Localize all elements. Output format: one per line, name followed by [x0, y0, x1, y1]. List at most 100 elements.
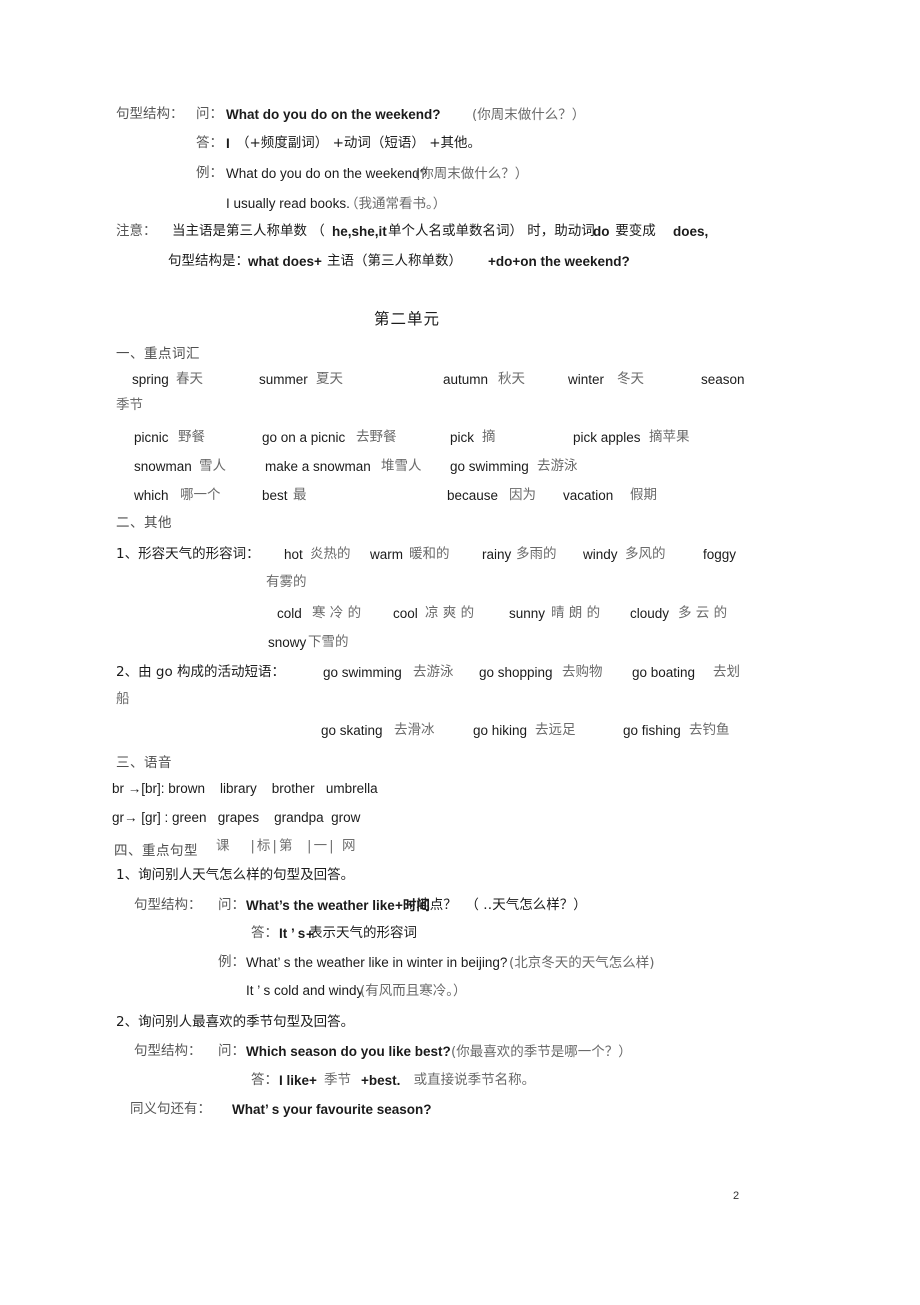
pattern-weather-question-label: 问： — [218, 897, 245, 913]
weather-en-windy: windy — [583, 547, 618, 562]
question-label-1: 问： — [196, 106, 223, 122]
note-text-part2: 单个人名或单数名词） 时，助动词 — [388, 223, 600, 239]
vocab-en-season: season — [701, 372, 745, 387]
weather-cn-windy: 多风的 — [625, 546, 666, 562]
vocab-en-pick-apples: pick apples — [573, 430, 641, 445]
go-cn-fishing: 去钓鱼 — [689, 722, 730, 738]
watermark-text: 课 |标|第 |一| 网 — [216, 838, 358, 854]
example-label-1: 例： — [196, 165, 223, 181]
weather-cn-sunny: 晴 朗 的 — [551, 605, 601, 621]
weather-cn-rainy: 多雨的 — [516, 546, 557, 562]
pattern-season-question-label: 问： — [218, 1043, 245, 1059]
note-label: 注意： — [116, 223, 157, 239]
weather-en-cool: cool — [393, 606, 418, 621]
pattern-weather-example-cn: (北京冬天的天气怎么样) — [509, 955, 655, 971]
vocab-en-because: because — [447, 488, 499, 503]
weather-cn-warm: 暖和的 — [409, 546, 450, 562]
vocab-cn-snowman: 雪人 — [199, 458, 226, 474]
note-text-part3: 要变成 — [611, 223, 661, 239]
note-structure-b: 主语（第三人称单数） — [327, 253, 462, 269]
weather-cn-cool: 凉 爽 的 — [425, 605, 475, 621]
weather-en-foggy: foggy — [703, 547, 737, 562]
go-cn-boating-wrap: 船 — [116, 691, 130, 707]
pattern-season-answer-label: 答： — [251, 1072, 278, 1088]
vocab-en-pick: pick — [450, 430, 475, 445]
weather-en-sunny: sunny — [509, 606, 546, 621]
vocab-cn-spring: 春天 — [176, 371, 203, 387]
pattern-weather-answer-en: It ’ s — [279, 926, 306, 941]
weather-cn-hot: 炎热的 — [310, 546, 351, 562]
vocab-en-picnic: picnic — [134, 430, 169, 445]
go-cn-skating: 去滑冰 — [394, 722, 435, 738]
note-do: do — [593, 224, 610, 239]
section-heading-patterns: 四、重点句型 — [114, 843, 198, 859]
note-pronouns: he,she,it — [332, 224, 387, 239]
weather-cn-cloudy: 多 云 的 — [678, 605, 728, 621]
weather-en-snowy: snowy — [268, 635, 307, 650]
vocab-en-best: best — [262, 488, 288, 503]
answer-formula-1: （+频度副词） +动词（短语） +其他。 — [236, 135, 482, 151]
pattern-weather-example-answer-cn: (有风而且寒冷。） — [360, 983, 467, 999]
answer-subject-1: I — [226, 136, 230, 151]
vocab-en-make-a-snowman: make a snowman — [265, 459, 371, 474]
vocab-cn-season: 季节 — [116, 397, 143, 413]
sentence-structure-label-1: 句型结构： — [116, 106, 184, 122]
go-cn-boating: 去划 — [713, 664, 740, 680]
go-cn-hiking: 去远足 — [535, 722, 576, 738]
pattern-season-question-en: Which season do you like best? — [246, 1044, 451, 1059]
vocab-en-go-on-a-picnic: go on a picnic — [262, 430, 346, 445]
note-structure-c: +do+on the weekend? — [488, 254, 630, 269]
pattern-season-question-cn: (你最喜欢的季节是哪一个？） — [451, 1044, 632, 1060]
pattern-weather-structure-label: 句型结构： — [134, 897, 202, 913]
weather-en-rainy: rainy — [482, 547, 512, 562]
pattern-season-synonym-label: 同义句还有： — [130, 1101, 211, 1117]
vocab-cn-picnic: 野餐 — [178, 429, 205, 445]
pattern-weather-example-label: 例： — [218, 954, 245, 970]
vocab-cn-pick-apples: 摘苹果 — [649, 429, 690, 445]
vocab-en-spring: spring — [132, 372, 169, 387]
pattern-season-synonym-en: What’ s your favourite season? — [232, 1102, 432, 1117]
vocab-cn-because: 因为 — [509, 487, 536, 503]
pattern-weather-question-cn: +地点？ （ ‥天气怎么样？） — [405, 897, 587, 913]
vocab-cn-make-a-snowman: 堆雪人 — [381, 458, 422, 474]
note-does: does, — [673, 224, 709, 239]
vocab-cn-summer: 夏天 — [316, 371, 343, 387]
vocab-cn-go-swimming: 去游泳 — [537, 458, 578, 474]
note-structure-a: what does+ — [248, 254, 322, 269]
weather-cn-foggy: 有雾的 — [266, 574, 307, 590]
section-heading-other: 二、其他 — [116, 515, 172, 531]
pattern-weather-answer-cn: 表示天气的形容词 — [309, 925, 417, 941]
phonics-line-br: br →[br]: brown library brother umbrella — [112, 781, 378, 796]
unit-title: 第二单元 — [374, 310, 441, 328]
go-en-shopping: go shopping — [479, 665, 553, 680]
section-heading-vocabulary: 一、重点词汇 — [116, 346, 200, 362]
go-en-skating: go skating — [321, 723, 383, 738]
vocab-en-snowman: snowman — [134, 459, 192, 474]
page-number: 2 — [733, 1190, 740, 1202]
pattern-1-chinese: (你周末做什么？） — [472, 107, 586, 123]
weather-cn-snowy: 下雪的 — [308, 634, 349, 650]
vocab-en-winter: winter — [568, 372, 605, 387]
document-page: 句型结构： 问： What do you do on the weekend? … — [0, 0, 920, 1305]
pattern-weather-example-en: What’ s the weather like in winter in be… — [246, 955, 508, 970]
weather-en-hot: hot — [284, 547, 303, 562]
vocab-cn-which: 哪一个 — [180, 487, 221, 503]
example-1-answer-chinese: （我通常看书。） — [345, 196, 447, 212]
go-en-hiking: go hiking — [473, 723, 528, 738]
pattern-1-english: What do you do on the weekend? — [226, 107, 441, 122]
vocab-en-go-swimming: go swimming — [450, 459, 529, 474]
answer-label-1: 答： — [196, 135, 223, 151]
vocab-en-summer: summer — [259, 372, 308, 387]
weather-en-cold: cold — [277, 606, 302, 621]
vocab-en-autumn: autumn — [443, 372, 489, 387]
vocab-cn-vacation: 假期 — [630, 487, 657, 503]
pattern-season-answer-cn2: 或直接说季节名称。 — [405, 1072, 536, 1088]
pattern-season-answer-en1: I like+ — [279, 1073, 317, 1088]
vocab-cn-autumn: 秋天 — [498, 371, 525, 387]
note-text-part1: 当主语是第三人称单数 （ — [172, 223, 325, 239]
vocab-cn-winter: 冬天 — [617, 371, 644, 387]
vocab-cn-go-on-a-picnic: 去野餐 — [356, 429, 397, 445]
go-en-fishing: go fishing — [623, 723, 681, 738]
pattern-season-structure-label: 句型结构： — [134, 1043, 202, 1059]
weather-en-cloudy: cloudy — [630, 606, 670, 621]
